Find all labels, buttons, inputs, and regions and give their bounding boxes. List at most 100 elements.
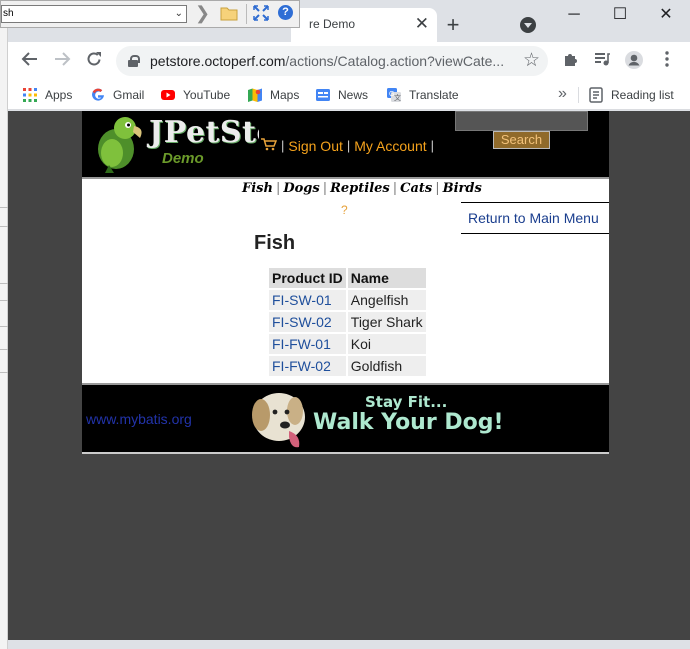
reading-list-icon (588, 87, 604, 103)
chevron-down-icon[interactable]: ⌄ (175, 6, 183, 22)
help-link[interactable]: ? (341, 203, 348, 217)
youtube-icon (160, 87, 176, 103)
product-id-link[interactable]: FI-FW-02 (269, 356, 346, 376)
sign-out-link[interactable]: Sign Out (288, 138, 342, 154)
return-to-main-menu-link[interactable]: Return to Main Menu (461, 202, 609, 234)
quick-link-separator: | (392, 181, 398, 196)
quick-link-dogs[interactable]: Dogs (283, 181, 319, 196)
folder-icon[interactable] (220, 5, 238, 21)
maps-icon (247, 87, 263, 103)
bookmark-news[interactable]: News (315, 85, 368, 105)
url-host: petstore.octoperf.com (150, 53, 286, 69)
svg-text:文: 文 (394, 93, 401, 102)
bookmarks-overflow-icon[interactable]: » (558, 85, 567, 103)
page-viewport: JPetSto Demo | Sign Out | My Account | S… (8, 111, 690, 640)
product-id-link[interactable]: FI-SW-01 (269, 290, 346, 310)
bookmark-translate[interactable]: G文 Translate (386, 85, 459, 105)
quick-link-reptiles[interactable]: Reptiles (330, 181, 390, 196)
header-menu: | Sign Out | My Account | (260, 137, 438, 154)
reading-list-label: Reading list (611, 88, 674, 102)
my-account-link[interactable]: My Account (354, 138, 426, 154)
bookmark-gmail[interactable]: Gmail (90, 85, 144, 105)
quick-link-fish[interactable]: Fish (242, 181, 273, 196)
back-arrow-icon[interactable] (19, 50, 41, 72)
news-icon (315, 87, 331, 103)
walk-your-dog-banner[interactable]: Stay Fit... Walk Your Dog! (247, 385, 512, 452)
forward-arrow-icon[interactable] (51, 50, 73, 72)
logo-wordmark: JPetSto (149, 115, 259, 150)
category-quick-links: Fish | Dogs | Reptiles | Cats | Birds (242, 181, 482, 196)
store-header: JPetSto Demo | Sign Out | My Account | S… (82, 111, 609, 179)
quick-link-cats[interactable]: Cats (400, 181, 432, 196)
category-title: Fish (254, 232, 296, 254)
quick-link-birds[interactable]: Birds (443, 181, 482, 196)
table-row: FI-SW-02 Tiger Shark (269, 312, 426, 332)
apps-grid-icon (22, 87, 38, 103)
search-input[interactable] (455, 111, 588, 131)
product-name: Koi (347, 334, 426, 354)
url-text[interactable]: petstore.octoperf.com/actions/Catalog.ac… (150, 53, 510, 69)
jpetstore-page: JPetSto Demo | Sign Out | My Account | S… (82, 111, 609, 454)
bookmarks-bar: Apps Gmail YouTube Maps News G 文 Transla… (8, 80, 690, 110)
table-header-row: Product ID Name (269, 268, 426, 288)
jpetstore-logo[interactable]: JPetSto Demo (91, 113, 259, 173)
table-row: FI-FW-02 Goldfish (269, 356, 426, 376)
background-window-strip (0, 0, 8, 649)
help-icon[interactable]: ? (278, 5, 293, 20)
bookmark-label: Apps (45, 88, 73, 102)
bookmark-label: Maps (270, 88, 300, 102)
address-bar[interactable]: petstore.octoperf.com/actions/Catalog.ac… (116, 46, 548, 76)
product-name: Tiger Shark (347, 312, 426, 332)
product-name: Goldfish (347, 356, 426, 376)
bookmark-star-icon[interactable]: ☆ (523, 50, 540, 72)
logo-demo: Demo (162, 150, 204, 167)
quick-link-separator: | (275, 181, 281, 196)
maximize-button[interactable]: ☐ (608, 5, 632, 25)
media-control-icon[interactable] (591, 50, 613, 72)
dialog-path-input[interactable]: sh ⌄ (1, 5, 187, 23)
reading-list-button[interactable]: Reading list (588, 85, 674, 105)
menu-kebab-icon[interactable] (656, 50, 678, 72)
bookmark-apps[interactable]: Apps (22, 85, 72, 105)
product-table: Product ID Name FI-SW-01 Angelfish FI-SW… (267, 266, 428, 378)
close-window-button[interactable]: ✕ (654, 5, 678, 25)
tab-jpetstore-demo[interactable]: re Demo ✕ (291, 8, 437, 42)
browser-toolbar: petstore.octoperf.com/actions/Catalog.ac… (8, 42, 690, 80)
dialog-path-text: sh (3, 8, 14, 19)
expand-arrows-icon[interactable] (252, 4, 270, 28)
parrot-icon (98, 117, 142, 173)
tab-title: re Demo (309, 17, 356, 31)
reload-icon[interactable] (83, 50, 105, 72)
quick-link-separator: | (322, 181, 328, 196)
cart-icon[interactable] (260, 137, 278, 154)
browser-window: re Demo ✕ + ─ ☐ ✕ petstore.octoperf.com/… (8, 0, 690, 649)
column-header-name: Name (347, 268, 426, 288)
tab-search-icon[interactable] (520, 17, 536, 33)
product-id-link[interactable]: FI-FW-01 (269, 334, 346, 354)
minimize-button[interactable]: ─ (562, 5, 586, 25)
forward-chevron-icon[interactable]: ❯ (195, 3, 210, 23)
tab-close-icon[interactable]: ✕ (415, 14, 429, 34)
product-id-link[interactable]: FI-SW-02 (269, 312, 346, 332)
menu-separator: | (430, 138, 435, 153)
extensions-puzzle-icon[interactable] (560, 50, 582, 72)
dialog-separator (246, 4, 247, 24)
search-button[interactable]: Search (493, 131, 550, 149)
file-dialog-toolbar: sh ⌄ ❯ ? (0, 0, 300, 28)
profile-avatar-icon[interactable] (623, 50, 645, 72)
bookmark-youtube[interactable]: YouTube (160, 85, 230, 105)
product-name: Angelfish (347, 290, 426, 310)
bookmark-label: YouTube (183, 88, 231, 102)
new-tab-button[interactable]: + (442, 14, 464, 36)
banner-line-2: Walk Your Dog! (313, 410, 504, 435)
menu-separator: | (346, 138, 351, 153)
quick-link-separator: | (435, 181, 440, 196)
store-footer: www.mybatis.org Stay Fit... Walk Your Do… (82, 383, 609, 454)
mybatis-link[interactable]: www.mybatis.org (86, 411, 192, 427)
google-icon (90, 87, 106, 103)
bookmark-maps[interactable]: Maps (247, 85, 299, 105)
dog-icon (252, 393, 305, 448)
table-row: FI-FW-01 Koi (269, 334, 426, 354)
lock-icon[interactable] (128, 55, 140, 67)
menu-separator: | (281, 138, 285, 153)
